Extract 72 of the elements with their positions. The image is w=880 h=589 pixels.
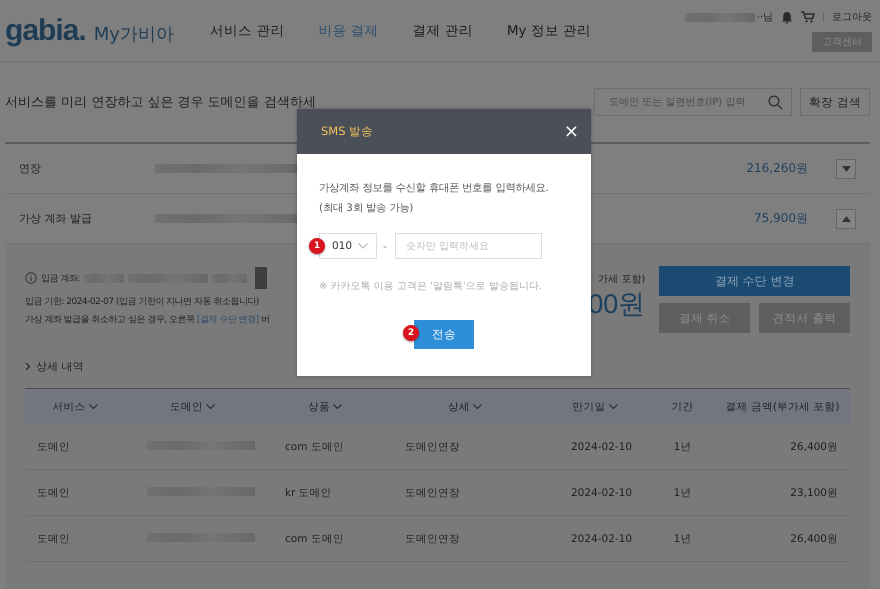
chevron-down-icon[interactable] — [88, 404, 98, 410]
table-cell: 1년 — [674, 486, 692, 498]
table-cell: 2024-02-10 — [571, 532, 632, 544]
table-cell: 1년 — [674, 532, 692, 544]
phone-input[interactable]: 숫자만 입력하세요 — [394, 233, 542, 259]
table-cell: 도메인 — [37, 532, 70, 544]
search-button[interactable]: 확장 검색 — [800, 88, 870, 116]
change-method-button[interactable]: 결제 수단 변경 — [659, 266, 850, 296]
table-cell: 26,400원 — [790, 532, 838, 544]
bell-icon[interactable] — [781, 10, 793, 24]
chevron-down-icon[interactable] — [608, 404, 618, 410]
row-label: 가상 계좌 발급 — [19, 211, 93, 226]
toggle-button[interactable] — [836, 208, 856, 228]
search-icon[interactable] — [768, 94, 783, 110]
column-header[interactable]: 상세 — [448, 400, 470, 414]
table-cell: 도메인연장 — [405, 486, 460, 498]
info-icon — [25, 272, 37, 284]
deadline-text: 입금 기한: 2024-02-07 (입금 기한이 지나면 자동 취소됩니다) — [25, 296, 260, 308]
toggle-button[interactable] — [836, 158, 856, 178]
chevron-right-icon[interactable] — [25, 362, 31, 371]
dialog-message: 가상계좌 정보를 수신할 휴대폰 번호를 입력하세요. — [319, 181, 550, 196]
total-label: 가세 포함) — [598, 273, 646, 286]
details-toggle[interactable]: 상세 내역 — [36, 359, 84, 374]
cart-icon[interactable] — [801, 11, 815, 23]
table-cell: 도메인연장 — [405, 440, 460, 452]
notice-text: ※ 카카오톡 이용 고객은 '알림톡'으로 발송됩니다. — [319, 280, 543, 293]
table-cell: 23,100원 — [790, 486, 838, 498]
send-limit-text: (최대 3회 발송 가능) — [319, 201, 414, 216]
amount-text: 75,900원 — [754, 210, 808, 227]
table-cell: com 도메인 — [285, 532, 344, 544]
table-cell: 2024-02-10 — [571, 440, 632, 452]
nav-link[interactable]: 서비스 관리 — [210, 22, 284, 40]
logo[interactable]: gabia. — [5, 14, 86, 48]
table-cell: 26,400원 — [790, 440, 838, 452]
table-cell: 도메인연장 — [405, 532, 460, 544]
dash-text: - — [383, 240, 387, 252]
column-header[interactable]: 상품 — [308, 400, 330, 414]
triangle-icon — [842, 166, 850, 172]
table-cell: 2024-02-10 — [571, 486, 632, 498]
send-button[interactable]: 전송 — [414, 320, 474, 349]
triangle-icon — [842, 216, 850, 222]
close-button[interactable]: × — [564, 122, 579, 140]
amount-text: 216,260원 — [746, 160, 808, 177]
column-header[interactable]: 기간 — [672, 400, 694, 414]
column-header[interactable]: 만기일 — [572, 400, 606, 414]
logout-link[interactable]: 로그아웃 — [832, 10, 872, 24]
change-method-link[interactable]: [결제 수단 변경] — [196, 315, 259, 325]
chevron-down-icon — [358, 243, 368, 249]
total-amount: 00원 — [588, 288, 646, 321]
column-header[interactable]: 결제 금액(부가세 포함) — [726, 400, 840, 414]
chevron-down-icon[interactable] — [206, 404, 215, 410]
chevron-down-icon[interactable] — [473, 404, 482, 410]
dialog-title: SMS 발송 — [321, 124, 374, 139]
prefix-select[interactable]: 010 — [319, 233, 377, 259]
table-cell: 1년 — [674, 440, 692, 452]
user-suffix: ··님 — [756, 11, 773, 24]
table-cell: 도메인 — [37, 440, 70, 452]
search-hint: 서비스를 미리 연장하고 싶은 경우 도메인을 검색하세 — [5, 94, 316, 111]
site-title: My가비아 — [94, 23, 174, 46]
table-cell: 도메인 — [37, 486, 70, 498]
nav-link[interactable]: 비용 결제 — [318, 22, 379, 40]
nav-link[interactable]: My 정보 관리 — [506, 22, 592, 40]
nav-link[interactable]: 결제 관리 — [412, 22, 473, 40]
column-header[interactable]: 도메인 — [170, 400, 203, 414]
table-cell: kr 도메인 — [285, 486, 332, 498]
table-cell: com 도메인 — [285, 440, 344, 452]
row-label: 연장 — [19, 161, 42, 176]
chevron-down-icon[interactable] — [333, 404, 342, 410]
account-label: 입금 계좌: — [41, 272, 80, 284]
step-marker: 2 — [403, 325, 419, 341]
step-marker: 1 — [309, 238, 325, 254]
column-header[interactable]: 서비스 — [52, 400, 86, 414]
